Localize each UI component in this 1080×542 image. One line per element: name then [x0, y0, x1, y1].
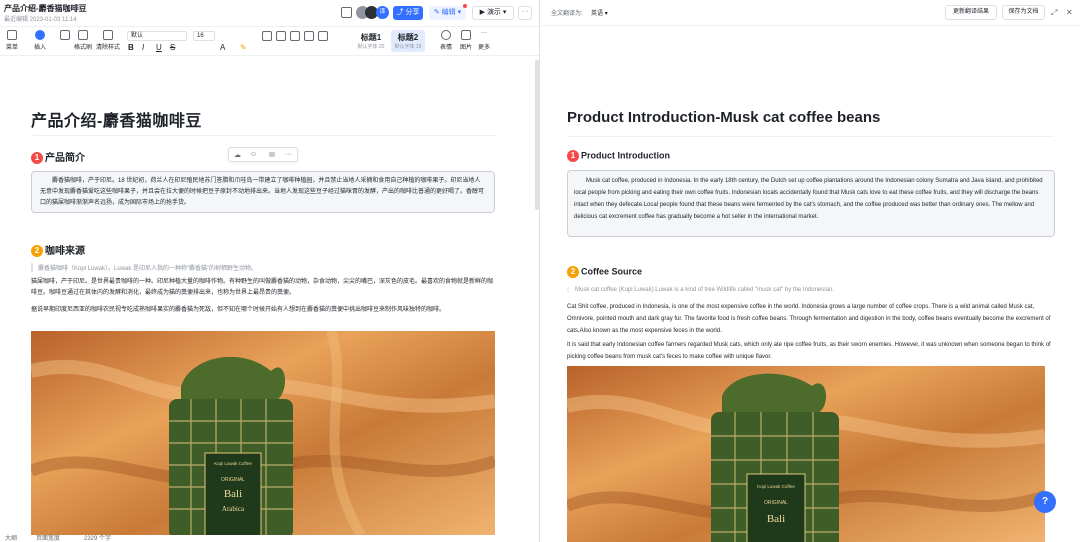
cloud-icon[interactable]: ☁: [234, 151, 241, 159]
menu-icon: [7, 30, 17, 40]
translated-quote: Musk cat coffee (Kopi Luwak).Luwak is a …: [567, 287, 1055, 293]
intro-callout[interactable]: 麝香猫咖啡，产于印尼。18 世纪初，荷兰人在印尼殖民地苏门答腊和爪哇岛一带建立了…: [31, 171, 495, 213]
link-icon[interactable]: [318, 31, 328, 43]
undo-button[interactable]: [60, 30, 70, 42]
font-select[interactable]: 默认: [127, 31, 187, 41]
outline-toggle[interactable]: 大纲: [5, 533, 17, 542]
bag-label-text: Bali: [767, 513, 785, 525]
more-icon[interactable]: ···: [285, 151, 292, 158]
emoji-button[interactable]: 表情: [440, 30, 452, 51]
present-button[interactable]: ▶ 演示 ▾: [472, 6, 514, 20]
notification-dot: [463, 4, 467, 8]
block-floating-toolbar: ☁ ☺ ✉ ···: [228, 147, 298, 162]
translate-label: 全文翻译为:: [551, 11, 583, 17]
divider: [31, 135, 496, 136]
bag-label-text: Bali: [224, 488, 242, 500]
play-icon: ▶: [479, 9, 485, 16]
bag-label-text: ORIGINAL: [764, 500, 788, 506]
translation-header: 全文翻译为: 英语 ▾ 更新翻译结果 保存为文档 ⤢ ✕: [541, 0, 1080, 26]
edit-button[interactable]: ✎ 编辑 ▾: [429, 6, 466, 20]
app-root: 产品介绍-麝香猫咖啡豆 ☆ 最近编辑 2023-01-03 11:14 泽 ⤴ …: [0, 0, 1080, 542]
translated-section1-heading: 1 Product Introduction: [567, 150, 670, 162]
underline-button[interactable]: U: [156, 43, 162, 52]
coffee-bag-image: Kopi Luwak Coffee ORIGINAL Bali: [567, 366, 1045, 542]
clear-format-button[interactable]: 清除样式: [96, 30, 120, 51]
heading2-style[interactable]: 标题2 默认字体 16: [391, 30, 425, 52]
help-icon[interactable]: ?: [1034, 491, 1056, 513]
align-left-icon[interactable]: [262, 31, 272, 43]
emoji-icon[interactable]: ☺: [250, 151, 257, 158]
source-quote: 麝香猫咖啡（Kopi Luwak）。Luwak 是印尼人指的一种称“麝香猫”的树…: [31, 263, 491, 272]
size-select[interactable]: 16: [193, 31, 215, 41]
highlight-button[interactable]: ✎: [240, 43, 247, 52]
section1-heading: 1 产品简介: [31, 149, 85, 165]
align-right-icon[interactable]: [290, 31, 300, 43]
word-count: 2329 个字: [84, 536, 112, 542]
save-as-doc-button[interactable]: 保存为文档: [1002, 5, 1045, 20]
chevron-down-icon: ▾: [604, 11, 608, 17]
scrollbar[interactable]: [535, 60, 539, 210]
number-badge: 2: [567, 266, 579, 278]
history-icon[interactable]: [341, 7, 352, 18]
number-badge: 1: [567, 150, 579, 162]
translated-paragraph: It is said that early Indonesian coffee …: [567, 342, 1051, 360]
translated-intro-callout[interactable]: Musk cat coffee, produced in Indonesia. …: [567, 170, 1055, 237]
list-icon[interactable]: [304, 31, 314, 43]
expand-icon[interactable]: ⤢: [1051, 8, 1057, 18]
bag-label-text: Kopi Luwak Coffee: [757, 484, 795, 489]
emoji-icon: [441, 30, 451, 40]
insert-icon: [35, 30, 45, 40]
doc-header: 产品介绍-麝香猫咖啡豆 ☆ 最近编辑 2023-01-03 11:14 泽 ⤴ …: [0, 0, 539, 26]
eraser-icon: [103, 30, 113, 40]
strike-button[interactable]: S: [170, 43, 175, 52]
translated-paragraph: Cat Shit coffee, produced in Indonesia, …: [567, 304, 1051, 334]
update-translation-button[interactable]: 更新翻译结果: [945, 5, 997, 20]
image-button[interactable]: 图片: [460, 30, 472, 51]
source-paragraph: 猫屎咖啡，产于印尼。是世界最贵咖啡的一种。印尼种植大量的咖啡作物。有种野生的叫做…: [31, 279, 494, 296]
format-toolbar: 菜单 插入 格式刷 清除样式 默认 16 B I U S A ✎ 标题1 默认字…: [0, 26, 539, 56]
format-painter-icon: [78, 30, 88, 40]
translated-heading: Product Introduction-Musk cat coffee bea…: [567, 109, 881, 126]
format-painter-button[interactable]: 格式刷: [74, 30, 92, 51]
star-icon[interactable]: ☆: [74, 2, 82, 13]
menu-button[interactable]: 菜单: [6, 30, 18, 51]
edit-icon: ✎: [433, 9, 440, 16]
legend-paragraph: 据说早期印度尼西亚的咖啡农民视专吃成熟咖啡果实的麝香猫为死敌，但不知在哪个时候开…: [31, 307, 446, 313]
undo-icon: [60, 30, 70, 40]
section2-heading: 2 咖啡来源: [31, 242, 85, 258]
bold-button[interactable]: B: [128, 43, 134, 52]
page-width-toggle[interactable]: 页面宽度: [36, 533, 60, 542]
language-select[interactable]: 英语 ▾: [591, 8, 608, 17]
translated-section2-heading: 2 Coffee Source: [567, 266, 642, 278]
share-button[interactable]: ⤴ 分享: [393, 6, 423, 20]
font-color-button[interactable]: A: [220, 43, 225, 52]
image-icon: [461, 30, 471, 40]
status-bar: 大纲 页面宽度 2329 个字: [0, 533, 539, 542]
avatar[interactable]: 泽: [376, 6, 389, 19]
doc-heading: 产品介绍-麝香猫咖啡豆: [31, 113, 202, 130]
more-button[interactable]: ···: [518, 6, 532, 20]
comment-icon[interactable]: ✉: [269, 151, 275, 159]
insert-button[interactable]: 插入: [34, 30, 46, 51]
align-center-icon[interactable]: [276, 31, 286, 43]
more-tools-button[interactable]: ··· 更多: [478, 30, 490, 51]
coffee-bag-image: Kopi Luwak Coffee ORIGINAL Bali Arabica: [31, 331, 495, 535]
editor-pane: 产品介绍-麝香猫咖啡豆 ☆ 最近编辑 2023-01-03 11:14 泽 ⤴ …: [0, 0, 540, 542]
last-edited: 最近编辑 2023-01-03 11:14: [4, 17, 77, 23]
more-icon: ···: [481, 30, 487, 36]
number-badge: 2: [31, 245, 43, 258]
italic-button[interactable]: I: [142, 43, 144, 52]
number-badge: 1: [31, 152, 43, 165]
close-icon[interactable]: ✕: [1066, 8, 1073, 17]
translation-pane: 全文翻译为: 英语 ▾ 更新翻译结果 保存为文档 ⤢ ✕ Product Int…: [541, 0, 1080, 542]
bag-label-text: ORIGINAL: [221, 477, 245, 483]
bag-label-text: Kopi Luwak Coffee: [214, 461, 252, 466]
bag-label-text: Arabica: [222, 505, 245, 513]
divider: [567, 136, 1054, 137]
doc-content[interactable]: 产品介绍-麝香猫咖啡豆 ☁ ☺ ✉ ··· 1 产品简介 麝香猫咖啡，产于印尼。1…: [0, 57, 539, 535]
heading1-style[interactable]: 标题1 默认字体 20: [354, 30, 388, 52]
share-icon: ⤴: [396, 9, 404, 16]
